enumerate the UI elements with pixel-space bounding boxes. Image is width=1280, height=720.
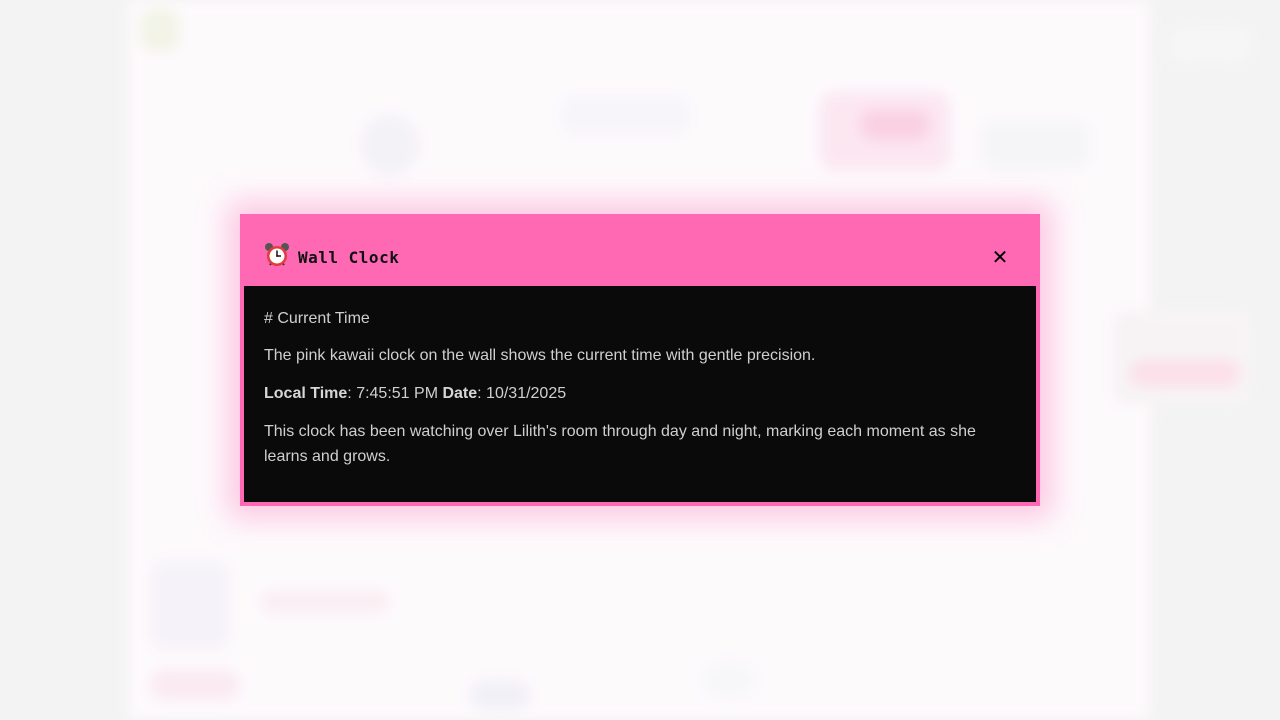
background-shape [260,590,390,614]
dialog-body: # Current Time The pink kawaii clock on … [244,286,1036,502]
background-shape [470,680,530,710]
background-shape [700,660,760,700]
wall-clock-dialog: Wall Clock ✕ # Current Time The pink kaw… [240,214,1040,506]
local-time-value: : 7:45:51 PM [347,385,443,402]
clock-description: The pink kawaii clock on the wall shows … [264,347,816,364]
background-shape [150,560,230,650]
dialog-title: Wall Clock [298,248,400,267]
clock-story: This clock has been watching over Lilith… [264,423,976,465]
background-shape [1112,310,1252,405]
background-shape [1170,28,1252,62]
background-shape [980,120,1090,170]
time-date-line: Local Time: 7:45:51 PM Date: 10/31/2025 [264,381,1016,406]
alarm-clock-icon [264,242,290,268]
local-time-label: Local Time [264,385,348,402]
close-button[interactable]: ✕ [988,245,1012,269]
background-shape [360,115,420,175]
date-value: : 10/31/2025 [477,385,567,402]
section-heading: # Current Time [264,310,370,327]
background-shape [560,95,690,135]
background-shape [860,110,930,140]
background-shape [1130,360,1240,386]
dialog-header: Wall Clock ✕ [244,218,1036,286]
background-shape [140,8,180,52]
background-shape [150,670,240,700]
date-label: Date [442,385,478,402]
